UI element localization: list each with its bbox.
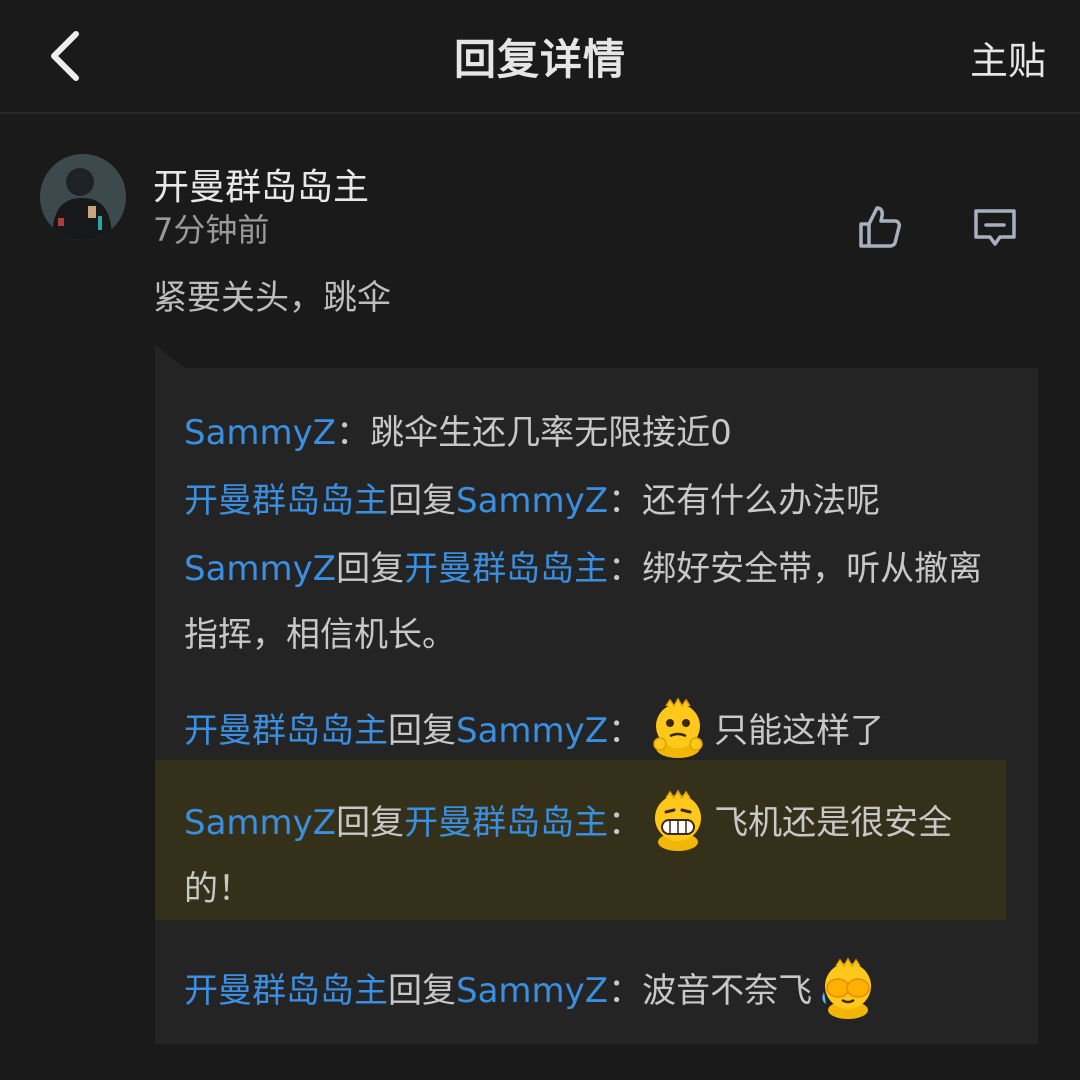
thumbs-up-icon: [859, 206, 901, 248]
reply-target[interactable]: SammyZ: [456, 711, 608, 751]
reply-author[interactable]: 开曼群岛岛主: [184, 971, 388, 1011]
reply-item-highlighted[interactable]: SammyZ回复开曼群岛岛主： 飞机还是很安全的！: [155, 760, 1006, 920]
reply-button[interactable]: [972, 207, 1018, 249]
reply-colon: ：: [608, 711, 643, 751]
comment-body: 紧要关头，跳伞: [153, 278, 391, 318]
reply-colon: ：: [336, 413, 371, 453]
reply-connector: 回复: [388, 711, 456, 751]
reply-connector: 回复: [336, 803, 405, 843]
bear-facepalm-emoji: [822, 957, 872, 1019]
reply-target[interactable]: SammyZ: [456, 481, 608, 521]
like-button[interactable]: [857, 204, 903, 250]
reply-list: SammyZ：跳伞生还几率无限接近0 开曼群岛岛主回复SammyZ：还有什么办法…: [155, 368, 1038, 1044]
reply-text: 还有什么办法呢: [642, 481, 881, 521]
reply-item[interactable]: SammyZ：跳伞生还几率无限接近0: [184, 400, 1014, 466]
reply-connector: 回复: [388, 971, 456, 1011]
reply-author[interactable]: 开曼群岛岛主: [184, 481, 388, 521]
reply-item[interactable]: SammyZ回复开曼群岛岛主：绑好安全带，听从撤离指挥，相信机长。: [184, 536, 984, 668]
reply-target[interactable]: SammyZ: [456, 971, 608, 1011]
top-bar: 回复详情 主贴: [0, 0, 1080, 114]
reply-author[interactable]: 开曼群岛岛主: [184, 711, 388, 751]
comment-icon: [974, 209, 1016, 246]
reply-author[interactable]: SammyZ: [184, 413, 336, 453]
reply-author[interactable]: SammyZ: [184, 803, 336, 843]
reply-author[interactable]: SammyZ: [184, 549, 336, 589]
reply-item[interactable]: 开曼群岛岛主回复SammyZ：波音不奈飞: [184, 956, 1014, 1024]
page-title: 回复详情: [453, 35, 626, 84]
comment-timestamp: 7分钟前: [153, 211, 270, 249]
bear-grin-emoji: [655, 789, 702, 851]
reply-text: 只能这样了: [714, 711, 885, 751]
reply-item[interactable]: 开曼群岛岛主回复SammyZ： 只能这样了: [184, 696, 1014, 764]
reply-connector: 回复: [388, 481, 456, 521]
reply-colon: ：: [608, 481, 643, 521]
reply-target[interactable]: 开曼群岛岛主: [404, 803, 608, 843]
reply-item[interactable]: 开曼群岛岛主回复SammyZ：还有什么办法呢: [184, 468, 1014, 534]
reply-colon: ：: [608, 803, 643, 843]
reply-text: 波音不奈飞: [642, 971, 813, 1011]
reply-target[interactable]: 开曼群岛岛主: [404, 549, 608, 589]
reply-colon: ：: [608, 971, 643, 1011]
avatar[interactable]: [40, 154, 126, 240]
comment-author[interactable]: 开曼群岛岛主: [153, 158, 369, 210]
main-post-button[interactable]: 主贴: [970, 30, 1046, 85]
reply-colon: ：: [608, 549, 643, 589]
reply-connector: 回复: [336, 549, 405, 589]
user-avatar-image: [40, 154, 126, 240]
bear-thinking-emoji: [653, 697, 703, 758]
reply-box-pointer: [155, 345, 185, 368]
reply-text: 跳伞生还几率无限接近0: [370, 413, 732, 453]
